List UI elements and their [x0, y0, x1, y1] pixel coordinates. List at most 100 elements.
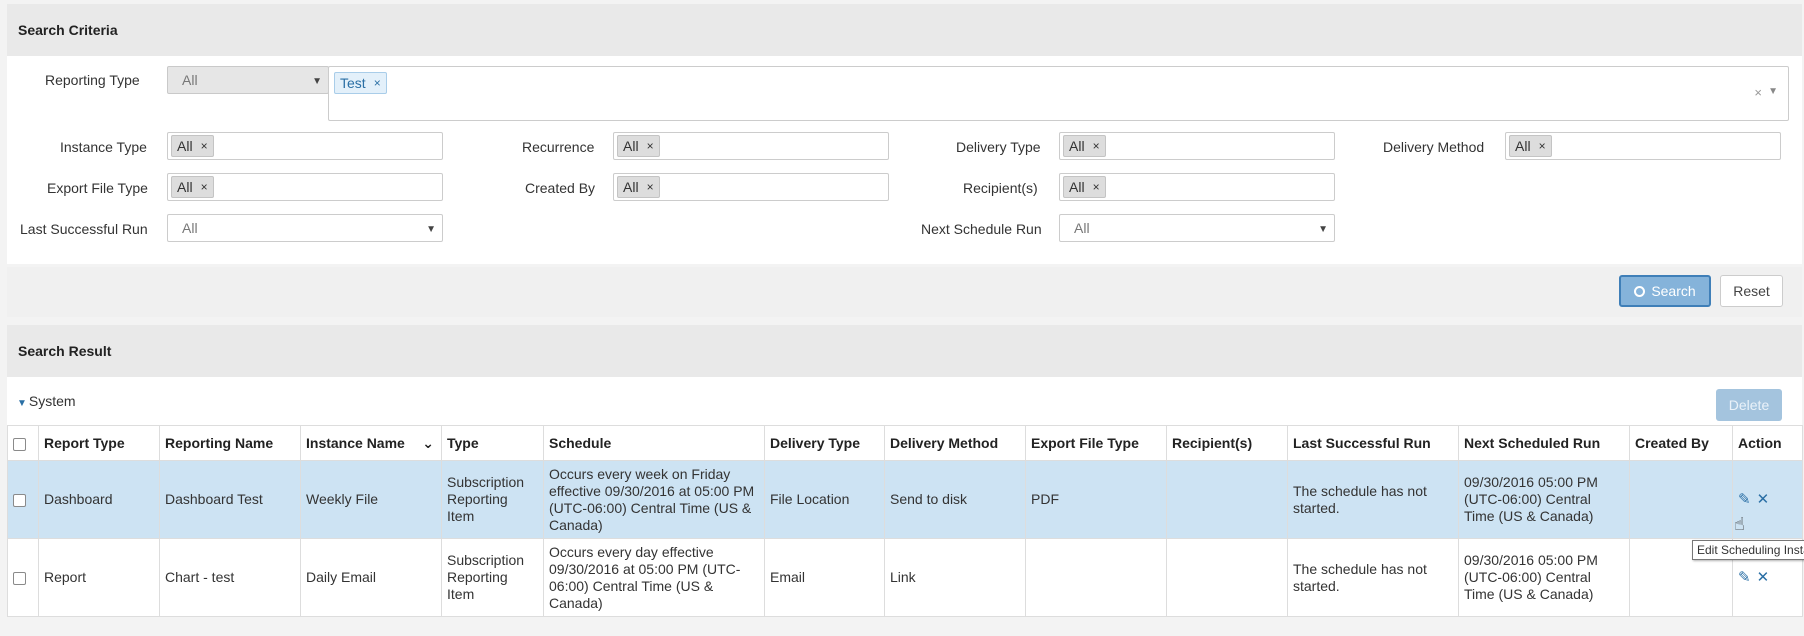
instance-type-input[interactable]: All ×: [167, 132, 443, 160]
last-successful-run-select[interactable]: All ▼: [167, 214, 443, 242]
column-header[interactable]: Recipient(s): [1166, 425, 1288, 461]
cell-recipients: [1166, 460, 1288, 539]
remove-tag-icon[interactable]: ×: [1093, 139, 1100, 153]
reporting-type-value: All: [182, 72, 198, 88]
remove-tag-icon[interactable]: ×: [201, 139, 208, 153]
tag-label: All: [1069, 179, 1085, 195]
column-header-label: Instance Name: [306, 434, 405, 451]
search-criteria-title: Search Criteria: [7, 4, 1802, 56]
search-criteria-body: Reporting Type All ▼ Test × × ▼ Instance …: [7, 56, 1802, 264]
chevron-down-icon[interactable]: ▼: [1768, 86, 1778, 97]
created-by-label: Created By: [525, 180, 596, 196]
next-schedule-run-value: All: [1074, 220, 1090, 236]
row-checkbox[interactable]: [13, 493, 26, 507]
column-header[interactable]: Next Scheduled Run: [1458, 425, 1630, 461]
cell-instance-name: Weekly File: [300, 460, 442, 539]
remove-tag-icon[interactable]: ×: [647, 139, 654, 153]
cell-last-successful-run: The schedule has not started.: [1287, 460, 1459, 539]
search-button[interactable]: Search: [1619, 275, 1711, 307]
remove-tag-icon[interactable]: ×: [374, 76, 381, 90]
remove-tag-icon[interactable]: ×: [1539, 139, 1546, 153]
tag-label: All: [623, 138, 639, 154]
cell-last-successful-run: The schedule has not started.: [1287, 538, 1459, 617]
cell-schedule: Occurs every week on Friday effective 09…: [543, 460, 765, 539]
recipients-label: Recipient(s): [963, 180, 1038, 196]
pencil-icon[interactable]: ✎: [1738, 569, 1751, 586]
group-toggle[interactable]: ▼ System: [17, 393, 76, 409]
tag-label: All: [177, 138, 193, 154]
cell-type: Subscription Reporting Item: [441, 538, 544, 617]
next-schedule-run-select[interactable]: All ▼: [1059, 214, 1335, 242]
instance-type-tag: All ×: [171, 135, 214, 157]
cell-next-scheduled-run: 09/30/2016 05:00 PM (UTC-06:00) Central …: [1458, 538, 1630, 617]
column-header[interactable]: Export File Type: [1025, 425, 1167, 461]
reset-button[interactable]: Reset: [1720, 275, 1783, 307]
pencil-icon[interactable]: ✎: [1738, 491, 1751, 508]
cell-export-file-type: PDF: [1025, 460, 1167, 539]
tag-label: All: [623, 179, 639, 195]
last-successful-run-label: Last Successful Run: [20, 221, 148, 237]
cell-reporting-name: Dashboard Test: [159, 460, 301, 539]
table-row[interactable]: Report Chart - test Daily Email Subscrip…: [7, 538, 1803, 617]
cell-report-type: Dashboard: [38, 460, 160, 539]
column-header[interactable]: Report Type: [38, 425, 160, 461]
column-header[interactable]: Schedule: [543, 425, 765, 461]
reporting-type-label: Reporting Type: [45, 72, 140, 88]
delete-icon[interactable]: ✕: [1757, 491, 1770, 508]
created-by-tag: All ×: [617, 176, 660, 198]
table-header-row: Report Type Reporting Name Instance Name…: [7, 425, 1803, 461]
recipients-tag: All ×: [1063, 176, 1106, 198]
tag-label: Test: [340, 75, 366, 91]
next-schedule-run-label: Next Schedule Run: [921, 221, 1042, 237]
cell-reporting-name: Chart - test: [159, 538, 301, 617]
cell-delivery-type: File Location: [764, 460, 885, 539]
column-header[interactable]: Reporting Name: [159, 425, 301, 461]
recurrence-tag: All ×: [617, 135, 660, 157]
row-select-cell: [7, 460, 39, 539]
created-by-input[interactable]: All ×: [613, 173, 889, 201]
reporting-type-tag-input[interactable]: Test × × ▼: [328, 66, 1789, 121]
reporting-type-tag: Test ×: [334, 72, 387, 94]
tag-label: All: [1515, 138, 1531, 154]
table-row[interactable]: Dashboard Dashboard Test Weekly File Sub…: [7, 460, 1803, 539]
delivery-type-tag: All ×: [1063, 135, 1106, 157]
column-header[interactable]: Created By: [1629, 425, 1733, 461]
cell-instance-name: Daily Email: [300, 538, 442, 617]
row-checkbox[interactable]: [13, 571, 26, 585]
export-file-type-input[interactable]: All ×: [167, 173, 443, 201]
row-select-cell: [7, 538, 39, 617]
search-icon: [1634, 285, 1646, 297]
cell-delivery-method: Send to disk: [884, 460, 1026, 539]
remove-tag-icon[interactable]: ×: [201, 180, 208, 194]
results-table: Report Type Reporting Name Instance Name…: [7, 425, 1803, 617]
recipients-input[interactable]: All ×: [1059, 173, 1335, 201]
column-header[interactable]: Instance Name ⌄: [300, 425, 442, 461]
caret-down-icon: ▼: [17, 398, 27, 409]
recurrence-label: Recurrence: [522, 139, 595, 155]
remove-tag-icon[interactable]: ×: [647, 180, 654, 194]
delivery-method-input[interactable]: All ×: [1505, 132, 1781, 160]
chevron-down-icon: ▼: [426, 224, 436, 235]
search-result-panel: Search Result ▼ System Delete Report Type…: [7, 325, 1803, 617]
delete-button[interactable]: Delete: [1716, 389, 1782, 421]
cell-report-type: Report: [38, 538, 160, 617]
select-all-checkbox[interactable]: [13, 437, 26, 451]
delivery-type-input[interactable]: All ×: [1059, 132, 1335, 160]
search-button-bar: Search Reset: [7, 267, 1802, 317]
chevron-down-icon[interactable]: ⌄: [422, 435, 434, 452]
delivery-type-label: Delivery Type: [956, 139, 1041, 155]
column-header[interactable]: Last Successful Run: [1287, 425, 1459, 461]
reporting-type-select[interactable]: All ▼: [167, 66, 329, 94]
remove-tag-icon[interactable]: ×: [1093, 180, 1100, 194]
group-label: System: [28, 393, 76, 409]
tag-label: All: [1069, 138, 1085, 154]
delete-icon[interactable]: ✕: [1757, 569, 1770, 586]
clear-icon[interactable]: ×: [1754, 85, 1762, 100]
instance-type-label: Instance Type: [60, 139, 147, 155]
column-header[interactable]: Delivery Method: [884, 425, 1026, 461]
edit-tooltip: Edit Scheduling Insta: [1692, 540, 1804, 560]
column-header[interactable]: Type: [441, 425, 544, 461]
recurrence-input[interactable]: All ×: [613, 132, 889, 160]
export-file-type-tag: All ×: [171, 176, 214, 198]
column-header[interactable]: Delivery Type: [764, 425, 885, 461]
